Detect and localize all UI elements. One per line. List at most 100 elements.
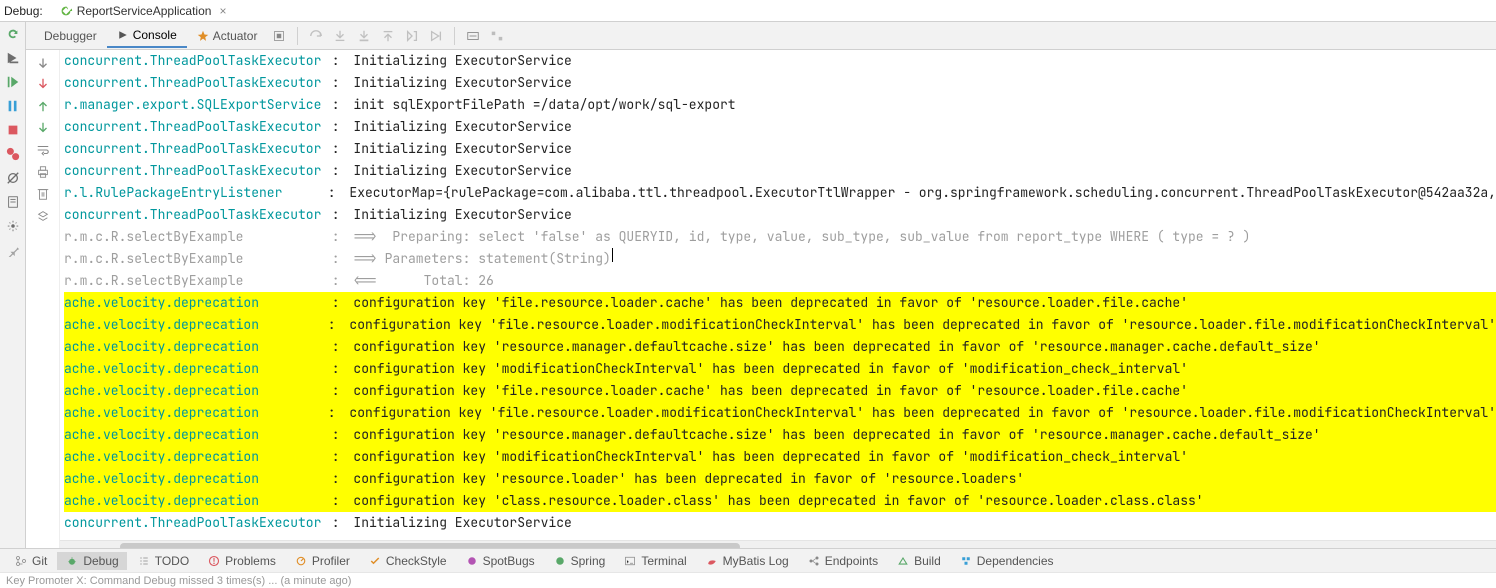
toolwin-todo[interactable]: TODO [129, 552, 197, 570]
log-separator: : [324, 226, 353, 248]
log-separator: : [320, 314, 349, 336]
log-separator: : [324, 116, 353, 138]
get-thread-dump-icon[interactable] [5, 194, 21, 210]
up-stack-trace-icon[interactable] [35, 98, 51, 114]
log-logger: ache.velocity.deprecation [64, 292, 324, 314]
log-logger: ache.velocity.deprecation [64, 424, 324, 446]
step-out-icon[interactable] [380, 28, 396, 44]
log-message: configuration key 'resource.manager.defa… [353, 424, 1320, 446]
mute-breakpoints-icon[interactable] [5, 170, 21, 186]
toolwin-dependencies[interactable]: Dependencies [951, 552, 1062, 570]
toolwin-checkstyle[interactable]: CheckStyle [360, 552, 455, 570]
log-message: <== Total: 26 [353, 270, 493, 292]
log-logger: concurrent.ThreadPoolTaskExecutor [64, 116, 324, 138]
log-line: concurrent.ThreadPoolTaskExecutor : Init… [64, 160, 1496, 182]
log-message: ==> Preparing: select 'false' as QUERYID… [353, 226, 1250, 248]
log-message: init sqlExportFilePath =/data/opt/work/s… [353, 94, 735, 116]
debug-left-toolbar [0, 22, 26, 548]
toolwin-git[interactable]: Git [6, 552, 55, 570]
log-logger: concurrent.ThreadPoolTaskExecutor [64, 204, 324, 226]
log-logger: ache.velocity.deprecation [64, 380, 324, 402]
scrollbar-thumb[interactable] [120, 543, 740, 548]
log-line: r.l.RulePackageEntryListener : ExecutorM… [64, 182, 1496, 204]
trace-current-stream-chain-icon[interactable] [489, 28, 505, 44]
log-line: concurrent.ThreadPoolTaskExecutor : Init… [64, 204, 1496, 226]
step-into-icon[interactable] [332, 28, 348, 44]
log-separator: : [324, 94, 353, 116]
tab-debugger[interactable]: Debugger [30, 25, 107, 47]
toolwin-debug[interactable]: Debug [57, 552, 126, 570]
settings-icon[interactable] [5, 218, 21, 234]
step-over-icon[interactable] [308, 28, 324, 44]
soft-wrap-icon[interactable] [35, 142, 51, 158]
rerun-icon[interactable] [5, 26, 21, 42]
tab-actuator[interactable]: Actuator [187, 25, 268, 47]
toolwin-spotbugs[interactable]: SpotBugs [457, 552, 543, 570]
modify-run-icon[interactable] [5, 50, 21, 66]
log-logger: r.m.c.R.selectByExample [64, 226, 324, 248]
toolwin-profiler[interactable]: Profiler [286, 552, 358, 570]
log-separator: : [324, 204, 353, 226]
print-icon[interactable] [35, 164, 51, 180]
stop-icon[interactable] [5, 122, 21, 138]
debug-run-name: ReportServiceApplication [77, 4, 212, 18]
profiler-icon [294, 554, 308, 568]
evaluate-expression-icon[interactable] [465, 28, 481, 44]
log-message: Initializing ExecutorService [353, 116, 571, 138]
status-text: Key Promoter X: Command Debug missed 3 t… [6, 575, 351, 587]
log-logger: ache.velocity.deprecation [64, 314, 320, 336]
log-logger: concurrent.ThreadPoolTaskExecutor [64, 512, 324, 534]
log-message: Initializing ExecutorService [353, 160, 571, 182]
toolwin-endpoints[interactable]: Endpoints [799, 552, 886, 570]
close-icon[interactable]: × [219, 4, 226, 18]
log-message: configuration key 'modificationCheckInte… [353, 358, 1188, 380]
toolwin-spring[interactable]: Spring [545, 552, 614, 570]
log-separator: : [324, 424, 353, 446]
log-line: ache.velocity.deprecation : configuratio… [64, 314, 1496, 336]
dependencies-icon [959, 554, 973, 568]
log-message: configuration key 'resource.loader' has … [353, 468, 1024, 490]
log-separator: : [320, 402, 349, 424]
pause-icon[interactable] [5, 98, 21, 114]
log-separator: : [324, 248, 353, 270]
log-line: r.m.c.R.selectByExample : <== Total: 26 [64, 270, 1496, 292]
clear-all-icon[interactable] [35, 186, 51, 202]
toolwin-mybatis[interactable]: MyBatis Log [697, 552, 797, 570]
drop-frame-icon[interactable] [404, 28, 420, 44]
log-logger: ache.velocity.deprecation [64, 446, 324, 468]
tab-console[interactable]: Console [107, 24, 187, 48]
toolwin-terminal[interactable]: Terminal [615, 552, 694, 570]
down-stack-trace-icon[interactable] [35, 120, 51, 136]
log-logger: concurrent.ThreadPoolTaskExecutor [64, 138, 324, 160]
horizontal-scrollbar[interactable] [60, 540, 1496, 548]
log-line: ache.velocity.deprecation : configuratio… [64, 380, 1496, 402]
log-logger: ache.velocity.deprecation [64, 336, 324, 358]
view-breakpoints-icon[interactable] [5, 146, 21, 162]
log-message: Initializing ExecutorService [353, 50, 571, 72]
log-line: concurrent.ThreadPoolTaskExecutor : Init… [64, 116, 1496, 138]
log-separator: : [324, 512, 353, 534]
red-down-icon[interactable] [35, 76, 51, 92]
git-branch-icon [14, 554, 28, 568]
log-line: ache.velocity.deprecation : configuratio… [64, 402, 1496, 424]
toolwin-problems[interactable]: Problems [199, 552, 284, 570]
log-line: concurrent.ThreadPoolTaskExecutor : Init… [64, 50, 1496, 72]
log-separator: : [320, 182, 349, 204]
log-separator: : [324, 292, 353, 314]
toolwin-build[interactable]: Build [888, 552, 949, 570]
log-line: ache.velocity.deprecation : configuratio… [64, 468, 1496, 490]
pin-icon[interactable] [5, 242, 21, 258]
log-logger: concurrent.ThreadPoolTaskExecutor [64, 160, 324, 182]
log-message: configuration key 'modificationCheckInte… [353, 446, 1188, 468]
expand-icon[interactable] [271, 28, 287, 44]
run-to-cursor-icon[interactable] [428, 28, 444, 44]
log-separator: : [324, 270, 353, 292]
filter-icon[interactable] [35, 208, 51, 224]
resume-icon[interactable] [5, 74, 21, 90]
console-output[interactable]: concurrent.ThreadPoolTaskExecutor : Init… [60, 50, 1496, 548]
debug-run-tab[interactable]: ReportServiceApplication × [51, 2, 235, 20]
log-message: ExecutorMap={rulePackage=com.alibaba.ttl… [349, 182, 1496, 204]
endpoints-icon [807, 554, 821, 568]
scroll-to-end-icon[interactable] [35, 54, 51, 70]
force-step-into-icon[interactable] [356, 28, 372, 44]
